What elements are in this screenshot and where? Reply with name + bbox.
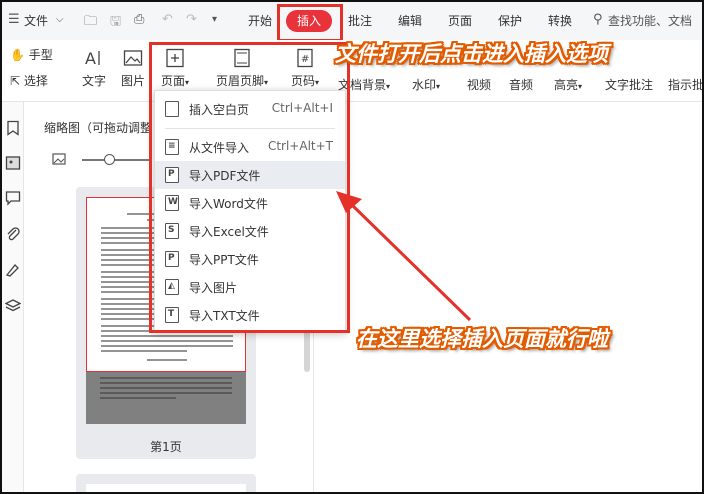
page-thumbnail-overflow: [86, 372, 246, 424]
highlight-button[interactable]: 高亮▾: [554, 76, 582, 93]
app-window: ☰ 文件 ⌵ 🗀 🖫 ⎙ ↶ ↷ ▾ 开始 插入 批注 编辑 页面 保护 转换 …: [0, 0, 704, 494]
select-tool[interactable]: ⇱ 选择: [10, 72, 48, 89]
chevron-down-icon[interactable]: ⌵: [56, 14, 64, 25]
zoom-slider-handle[interactable]: [104, 154, 115, 165]
image-button[interactable]: 图片: [119, 48, 147, 89]
video-button[interactable]: 视频: [467, 76, 491, 93]
audio-button[interactable]: 音频: [509, 76, 533, 93]
zoom-slider-track[interactable]: [82, 159, 152, 161]
thumbnail-icon[interactable]: [5, 155, 21, 171]
image-icon[interactable]: [52, 153, 66, 165]
text-box-icon: A: [85, 49, 100, 68]
left-icon-strip: [2, 102, 24, 492]
tab-page[interactable]: 页面: [448, 12, 472, 29]
image-icon: [123, 50, 143, 66]
signature-icon[interactable]: [5, 262, 21, 278]
open-folder-icon[interactable]: 🗀: [84, 12, 97, 34]
insert-tab-highlight: [277, 4, 343, 42]
highlight-label: 高亮: [554, 78, 579, 92]
page-text-lines: [100, 377, 232, 399]
tab-edit[interactable]: 编辑: [398, 12, 422, 29]
search-input[interactable]: 查找功能、文档: [608, 12, 692, 29]
quick-access-dropdown-icon[interactable]: ▾: [212, 14, 217, 25]
svg-text:A: A: [85, 49, 96, 68]
text-button-label: 文字: [81, 74, 106, 88]
annotation-bottom: 在这里选择插入页面就行啦: [356, 327, 608, 351]
cursor-icon: ⇱: [10, 74, 21, 88]
indicator-comment-button[interactable]: 指示批: [668, 76, 702, 93]
hand-tool[interactable]: ✋ 手型: [10, 46, 53, 63]
text-button[interactable]: A 文字: [80, 48, 108, 89]
dropdown-arrow-icon: ▾: [578, 82, 583, 91]
page-thumbnail-preview: [86, 484, 246, 492]
print-icon[interactable]: ⎙: [134, 12, 144, 27]
hand-icon: ✋: [10, 48, 25, 62]
tab-start[interactable]: 开始: [248, 12, 272, 29]
redo-icon[interactable]: ↷: [186, 12, 197, 27]
tab-protect[interactable]: 保护: [498, 12, 522, 29]
menu-bar: ☰ 文件 ⌵ 🗀 🖫 ⎙ ↶ ↷ ▾ 开始 插入 批注 编辑 页面 保护 转换 …: [2, 2, 702, 40]
undo-icon[interactable]: ↶: [162, 12, 173, 27]
save-icon[interactable]: 🖫: [110, 12, 121, 34]
tab-convert[interactable]: 转换: [548, 12, 572, 29]
annotation-top: 文件打开后点击进入插入选项: [335, 42, 608, 66]
watermark-label: 水印: [412, 78, 437, 92]
page-thumbnail[interactable]: [76, 474, 256, 492]
thumbnail-pane-title: 缩略图（可拖动调整: [44, 121, 153, 135]
bookmark-icon[interactable]: [5, 120, 21, 136]
page-thumbnail-label: 第1页: [150, 440, 182, 454]
comment-icon[interactable]: [5, 190, 21, 206]
menu-icon[interactable]: ☰: [8, 12, 20, 27]
attachment-icon[interactable]: [5, 226, 21, 242]
dropdown-arrow-icon: ▾: [386, 82, 391, 91]
search-icon[interactable]: ⚲: [593, 12, 603, 27]
hand-tool-label: 手型: [28, 48, 53, 62]
dropdown-arrow-icon: ▾: [436, 82, 441, 91]
layers-icon[interactable]: [5, 298, 21, 314]
select-tool-label: 选择: [23, 74, 48, 88]
text-comment-button[interactable]: 文字批注: [605, 76, 653, 93]
file-menu[interactable]: 文件: [24, 12, 48, 29]
watermark-button[interactable]: 水印▾: [412, 76, 440, 93]
image-button-label: 图片: [120, 74, 145, 88]
page-menu-highlight: [149, 42, 350, 333]
tab-comment[interactable]: 批注: [348, 12, 372, 29]
